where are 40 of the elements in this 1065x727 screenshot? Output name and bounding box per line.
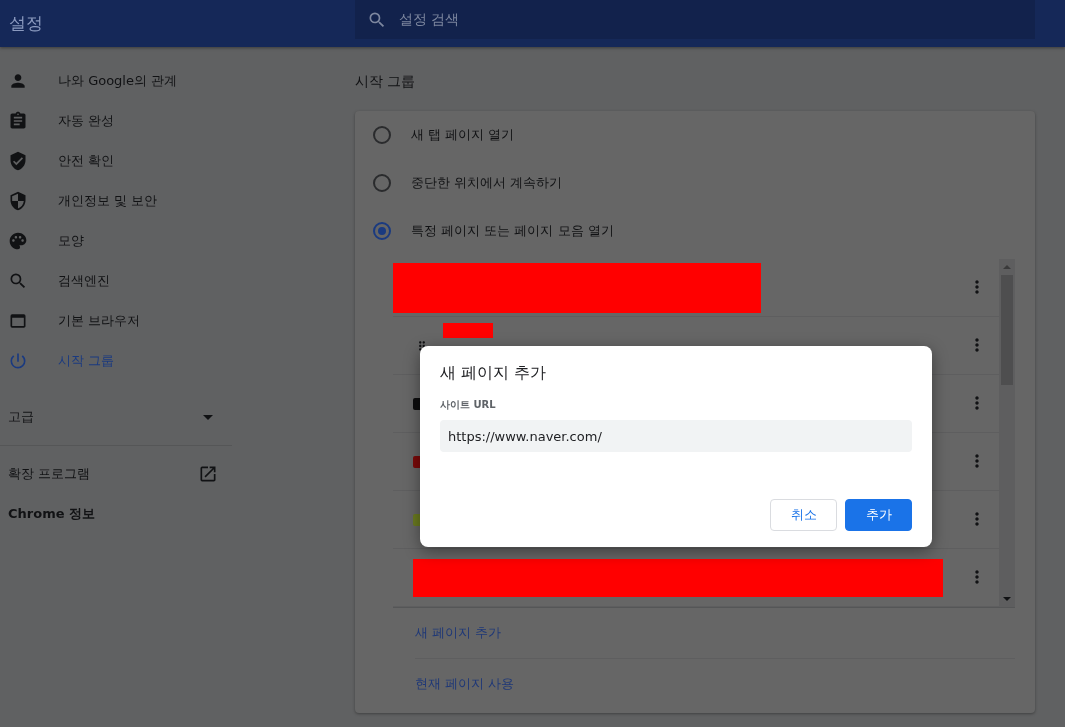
- radio-button[interactable]: [373, 126, 391, 144]
- scroll-down-icon[interactable]: [1003, 597, 1011, 601]
- radio-button[interactable]: [373, 174, 391, 192]
- dialog-title: 새 페이지 추가: [440, 363, 548, 384]
- sidebar-item[interactable]: 개인정보 및 보안: [0, 181, 232, 221]
- cancel-button[interactable]: 취소: [770, 499, 837, 531]
- scrollbar[interactable]: [999, 259, 1015, 607]
- about-link[interactable]: Chrome 정보: [0, 502, 232, 526]
- sidebar-item[interactable]: 안전 확인: [0, 141, 232, 181]
- sidebar-item[interactable]: 기본 브라우저: [0, 301, 232, 341]
- radio-button[interactable]: [373, 222, 391, 240]
- add-button[interactable]: 추가: [845, 499, 912, 531]
- search-icon: [8, 271, 28, 291]
- url-input-field[interactable]: https://www.naver.com/: [440, 420, 912, 452]
- redaction-block: [443, 323, 493, 338]
- advanced-toggle[interactable]: 고급: [0, 389, 232, 446]
- shield-check-icon: [8, 151, 28, 171]
- page-title: 설정: [8, 12, 44, 35]
- search-field[interactable]: 설정 검색: [355, 0, 1035, 39]
- sidebar-item[interactable]: 자동 완성: [0, 101, 232, 141]
- option-label: 중단한 위치에서 계속하기: [411, 174, 563, 192]
- shield-icon: [8, 191, 28, 211]
- sidebar-item[interactable]: 모양: [0, 221, 232, 261]
- text-link[interactable]: 새 페이지 추가: [415, 624, 502, 642]
- power-icon: [8, 351, 28, 371]
- browser-window-icon: [8, 311, 28, 331]
- scroll-up-icon[interactable]: [1003, 265, 1011, 269]
- section-title: 시작 그룹: [355, 73, 417, 91]
- external-link-icon: [198, 464, 218, 484]
- clipboard-icon: [8, 111, 28, 131]
- extensions-link[interactable]: 확장 프로그램: [8, 465, 91, 483]
- caret-down-icon: [203, 414, 213, 420]
- option-label: 특정 페이지 또는 페이지 모음 열기: [411, 222, 614, 240]
- option-label: 새 탭 페이지 열기: [411, 126, 515, 144]
- palette-icon: [8, 231, 28, 251]
- sidebar-item[interactable]: 나와 Google의 관계: [0, 61, 232, 101]
- field-label: 사이트 URL: [440, 398, 497, 412]
- sidebar-item[interactable]: 시작 그룹: [0, 341, 232, 381]
- text-link[interactable]: 현재 페이지 사용: [415, 675, 515, 693]
- sidebar-item[interactable]: 검색엔진: [0, 261, 232, 301]
